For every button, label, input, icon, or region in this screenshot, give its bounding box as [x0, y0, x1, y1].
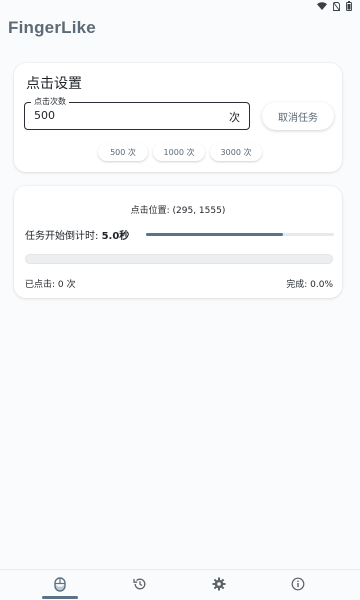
no-sim-icon [333, 1, 340, 11]
battery-icon [346, 1, 352, 11]
preset-1000-button[interactable]: 1000 次 [153, 143, 205, 161]
nav-item-mouse[interactable] [52, 576, 68, 592]
app-title: FingerLike [8, 18, 96, 37]
nav-item-history[interactable] [132, 576, 148, 592]
clicked-count-text: 已点击: 0 次 [25, 280, 76, 290]
countdown-progress-bar [146, 233, 334, 236]
cancel-task-button[interactable]: 取消任务 [262, 102, 334, 130]
task-status-card: 点击位置: (295, 1555) 任务开始倒计时: 5.0秒 已点击: 0 次… [14, 186, 342, 298]
info-icon [291, 577, 305, 591]
click-count-field[interactable]: 点击次数 次 [24, 96, 250, 130]
click-position-text: 点击位置: (295, 1555) [130, 206, 226, 216]
click-count-input[interactable] [34, 109, 214, 122]
task-progress-bar [25, 254, 333, 264]
countdown-progress-fill [146, 233, 284, 236]
status-bar [0, 0, 360, 14]
settings-title: 点击设置 [26, 76, 82, 92]
nav-item-info[interactable] [290, 576, 306, 592]
active-tab-indicator [42, 596, 78, 599]
history-icon [133, 578, 146, 590]
preset-500-button[interactable]: 500 次 [98, 143, 148, 161]
click-count-suffix: 次 [229, 111, 240, 124]
wifi-icon [317, 2, 327, 10]
gear-icon [212, 577, 226, 591]
click-count-label: 点击次数 [31, 96, 69, 108]
countdown-label: 任务开始倒计时: [25, 231, 99, 242]
bottom-navigation [0, 569, 360, 600]
nav-item-settings[interactable] [211, 576, 227, 592]
status-icons [317, 1, 352, 11]
countdown-value: 5.0秒 [101, 231, 130, 242]
mouse-icon [54, 576, 66, 592]
countdown-row: 任务开始倒计时: 5.0秒 [25, 227, 129, 242]
completion-percent-text: 完成: 0.0% [286, 280, 333, 290]
click-settings-card: 点击设置 点击次数 次 取消任务 500 次 1000 次 3000 次 [14, 63, 342, 172]
preset-3000-button[interactable]: 3000 次 [210, 143, 262, 161]
